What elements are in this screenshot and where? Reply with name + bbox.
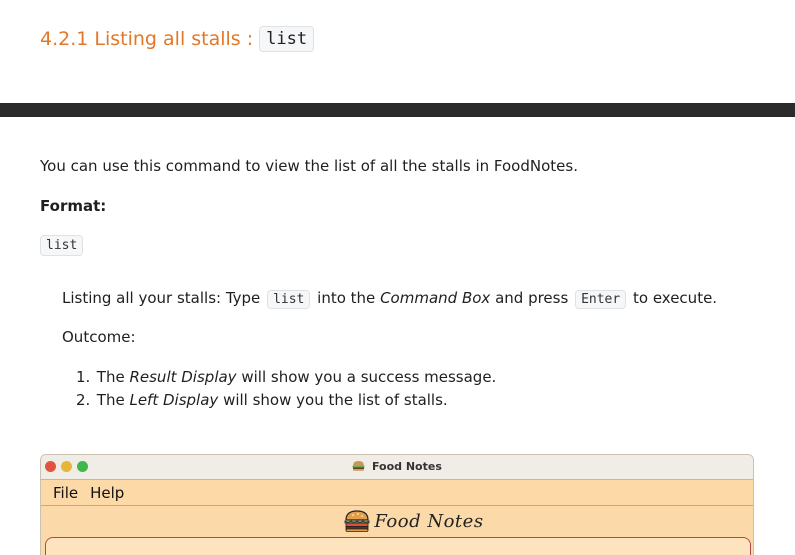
section-heading: 4.2.1 Listing all stalls : list bbox=[40, 26, 315, 52]
intro-paragraph: You can use this command to view the lis… bbox=[40, 157, 578, 175]
menu-bar: File Help bbox=[41, 480, 753, 506]
list-item: 1. The Result Display will show you a su… bbox=[76, 366, 496, 389]
tip-middle1: into the bbox=[317, 289, 376, 307]
menu-help[interactable]: Help bbox=[90, 484, 124, 502]
step-post: will show you the list of stalls. bbox=[223, 391, 448, 409]
menu-file[interactable]: File bbox=[53, 484, 78, 502]
step-pre: The bbox=[96, 391, 125, 409]
tip-code-list: list bbox=[267, 290, 311, 309]
step-number: 1. bbox=[76, 368, 91, 386]
app-logo-text: Food Notes bbox=[374, 510, 484, 532]
section-heading-text: 4.2.1 Listing all stalls : bbox=[40, 28, 254, 50]
command-box-frame bbox=[45, 537, 751, 555]
tip-command-box: Command Box bbox=[380, 289, 491, 307]
window-title-text: Food Notes bbox=[371, 460, 442, 473]
section-heading-code: list bbox=[259, 26, 315, 52]
step-pre: The bbox=[96, 368, 125, 386]
tip-prefix: Listing all your stalls: Type bbox=[62, 289, 261, 307]
format-label: Format: bbox=[40, 197, 107, 215]
tip-code-enter: Enter bbox=[575, 290, 627, 309]
tip-paragraph: Listing all your stalls: Type list into … bbox=[62, 288, 717, 310]
app-screenshot-window: Food Notes File Help Food Notes bbox=[40, 454, 754, 555]
tip-middle2: and press bbox=[495, 289, 569, 307]
format-code-block: list bbox=[40, 234, 84, 256]
list-item: 2. The Left Display will show you the li… bbox=[76, 389, 496, 412]
section-divider bbox=[0, 103, 795, 117]
step-emphasis: Result Display bbox=[129, 368, 237, 386]
app-logo: Food Notes bbox=[41, 506, 753, 536]
format-code: list bbox=[40, 235, 84, 256]
burger-icon bbox=[345, 510, 370, 532]
burger-icon bbox=[352, 461, 365, 471]
outcome-label: Outcome: bbox=[62, 328, 136, 346]
tip-suffix: to execute. bbox=[633, 289, 718, 307]
step-emphasis: Left Display bbox=[129, 391, 219, 409]
window-title: Food Notes bbox=[41, 460, 753, 473]
window-titlebar: Food Notes bbox=[41, 455, 753, 480]
step-number: 2. bbox=[76, 391, 91, 409]
step-post: will show you a success message. bbox=[241, 368, 497, 386]
outcome-steps: 1. The Result Display will show you a su… bbox=[76, 366, 496, 412]
